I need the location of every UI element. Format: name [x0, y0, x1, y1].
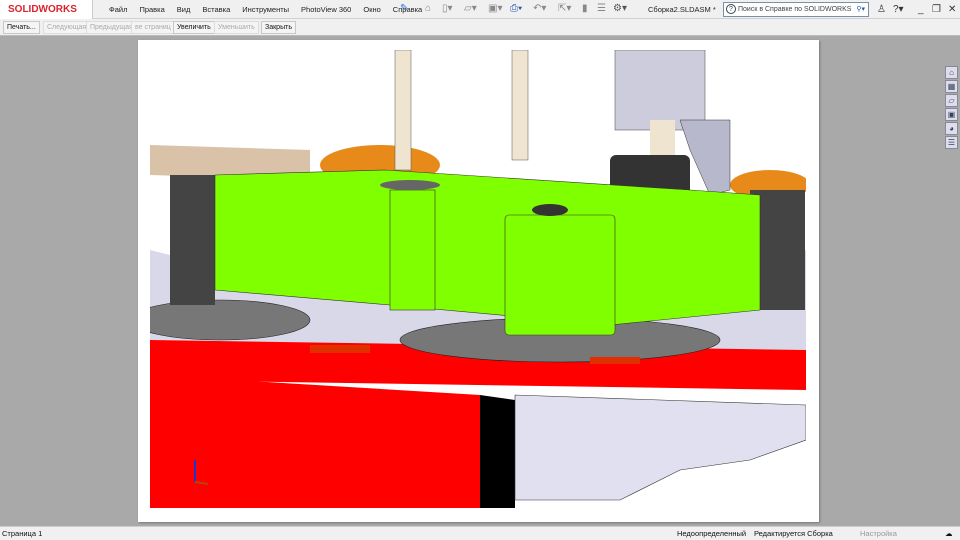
menu-file[interactable]: Файл	[109, 5, 127, 14]
two-pages-button[interactable]: ве страниц	[131, 21, 175, 34]
print-preview-toolbar: Печать... Следующая Предыдущая ве страни…	[0, 19, 960, 36]
close-window-button[interactable]: ✕	[948, 0, 956, 19]
solidworks-logo[interactable]: SOLIDWORKS	[0, 0, 93, 19]
menu-view[interactable]: Вид	[177, 5, 191, 14]
spring	[310, 345, 370, 353]
menu-edit[interactable]: Правка	[139, 5, 164, 14]
next-page-button[interactable]: Следующая	[43, 21, 91, 34]
model-render	[150, 50, 806, 508]
title-bar: SOLIDWORKS Файл Правка Вид Вставка Инструмен…	[0, 0, 960, 19]
red-block	[150, 375, 480, 508]
restore-button[interactable]: ❐	[932, 0, 941, 19]
help-icon: ?	[726, 4, 736, 14]
view-palette-icon[interactable]: ▣	[945, 108, 958, 121]
menu-photoview[interactable]: PhotoView 360	[301, 5, 351, 14]
menu-bar: Файл Правка Вид Вставка Инструменты PhotoView…	[109, 0, 434, 19]
rod	[511, 50, 529, 161]
close-preview-button[interactable]: Закрыть	[261, 21, 296, 34]
appearances-icon[interactable]: ◕	[945, 122, 958, 135]
rebuild-icon[interactable]: ▮	[582, 3, 588, 14]
save-icon[interactable]: ▣▾	[488, 3, 502, 14]
motor	[614, 50, 706, 131]
new-icon[interactable]: ▯▾	[442, 3, 453, 14]
zoom-out-button[interactable]: Уменьшить	[214, 21, 259, 34]
user-icon[interactable]: ♙	[877, 0, 886, 19]
pin-icon[interactable]: ✎	[400, 3, 408, 14]
status-bar: Страница 1 Недоопределенный Редактируетс…	[0, 526, 960, 540]
task-pane-tabs: ⌂ ▦ ▱ ▣ ◕ ☰	[945, 66, 959, 150]
page-indicator: Страница 1	[2, 529, 43, 538]
options-gear-icon[interactable]: ⚙▾	[613, 3, 627, 14]
rod	[394, 50, 412, 171]
minimize-button[interactable]: _	[918, 0, 924, 19]
document-title: Сборка2.SLDASM *	[648, 5, 716, 14]
menu-tools[interactable]: Инструменты	[242, 5, 289, 14]
cap	[532, 204, 568, 216]
print-icon[interactable]: ⎙▾	[510, 3, 522, 14]
file-properties-icon[interactable]: ☰	[597, 3, 606, 14]
green-pulley	[389, 189, 436, 311]
help-search-input[interactable]: ? Поиск в Справке по SOLIDWORKS ⚲▾	[723, 2, 869, 17]
logo-text: SOLIDWORKS	[8, 4, 77, 15]
help-question-icon[interactable]: ?▾	[893, 0, 904, 19]
menu-insert[interactable]: Вставка	[202, 5, 230, 14]
definition-status: Недоопределенный	[677, 529, 747, 538]
print-preview-page	[138, 40, 819, 522]
resources-icon[interactable]: ⌂	[945, 66, 958, 79]
home-icon[interactable]: ⌂	[425, 3, 431, 14]
print-button[interactable]: Печать...	[3, 21, 40, 34]
search-icon[interactable]: ⚲▾	[856, 3, 865, 16]
design-library-icon[interactable]: ▦	[945, 80, 958, 93]
zoom-in-button[interactable]: Увеличить	[173, 21, 215, 34]
select-icon[interactable]: ⇱▾	[558, 3, 571, 14]
settings-dropdown[interactable]: Настройка	[860, 527, 897, 540]
spring	[590, 357, 640, 364]
open-icon[interactable]: ▱▾	[464, 3, 477, 14]
custom-properties-icon[interactable]: ☰	[945, 136, 958, 149]
search-placeholder: Поиск в Справке по SOLIDWORKS	[738, 6, 852, 13]
menu-window[interactable]: Окно	[363, 5, 380, 14]
green-pulley-front	[504, 214, 616, 336]
editing-status: Редактируется Сборка	[754, 529, 833, 538]
black-edge	[480, 395, 515, 508]
roller-left	[170, 175, 215, 305]
undo-icon[interactable]: ↶▾	[533, 3, 546, 14]
cap	[380, 180, 440, 190]
prev-page-button[interactable]: Предыдущая	[86, 21, 137, 34]
chat-icon[interactable]: ☁	[945, 527, 953, 540]
assembly-render	[150, 50, 806, 508]
file-explorer-icon[interactable]: ▱	[945, 94, 958, 107]
